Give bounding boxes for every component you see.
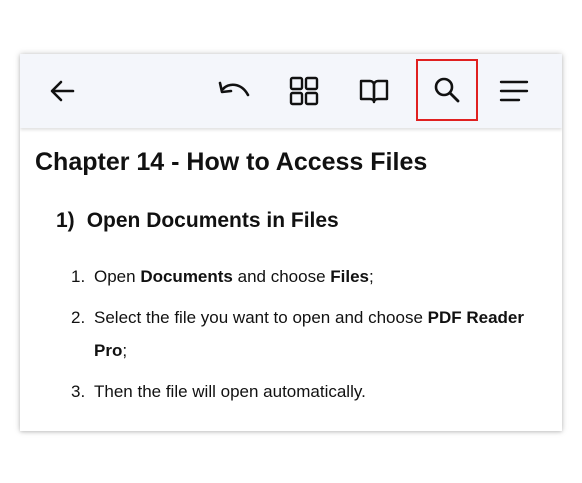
undo-icon xyxy=(218,81,250,97)
step-number: 1. xyxy=(71,267,86,286)
search-button[interactable] xyxy=(416,59,478,121)
undo-button[interactable] xyxy=(207,64,261,118)
step-text: ; xyxy=(122,341,128,360)
back-arrow-icon xyxy=(50,80,75,102)
section-heading: 1) Open Documents in Files xyxy=(56,209,339,233)
menu-button[interactable] xyxy=(487,64,541,118)
step-number: 3. xyxy=(71,382,86,401)
back-button[interactable] xyxy=(35,64,89,118)
document-page: Chapter 14 - How to Access Files 1) Open … xyxy=(20,128,562,431)
menu-icon xyxy=(499,80,529,102)
step-text: Select the file you want to open and cho… xyxy=(94,308,428,327)
step-bold-text: Documents xyxy=(140,267,233,286)
step-text: Then the file will open automatically. xyxy=(94,382,366,401)
step-text: Open xyxy=(94,267,141,286)
book-icon xyxy=(359,79,389,104)
step-text: ; xyxy=(369,267,374,286)
step-text: and choose xyxy=(232,267,331,286)
list-item: 3. Then the file will open automatically. xyxy=(71,375,541,408)
reading-mode-button[interactable] xyxy=(347,64,401,118)
chapter-title: Chapter 14 - How to Access Files xyxy=(35,148,428,176)
toolbar xyxy=(20,54,562,128)
steps-list: 1. Open Documents and choose Files; 2. Sel… xyxy=(71,260,541,408)
list-item: 1. Open Documents and choose Files; xyxy=(71,260,541,293)
step-number: 2. xyxy=(71,308,86,327)
highlight-box xyxy=(416,59,478,121)
thumbnails-button[interactable] xyxy=(277,64,331,118)
grid-icon xyxy=(289,76,319,106)
list-item: 2. Select the file you want to open and c… xyxy=(71,301,541,367)
reader-window: Chapter 14 - How to Access Files 1) Open … xyxy=(20,54,562,431)
section-number: 1) xyxy=(56,209,75,232)
step-bold-text: Files xyxy=(330,267,369,286)
section-title: Open Documents in Files xyxy=(86,209,339,232)
